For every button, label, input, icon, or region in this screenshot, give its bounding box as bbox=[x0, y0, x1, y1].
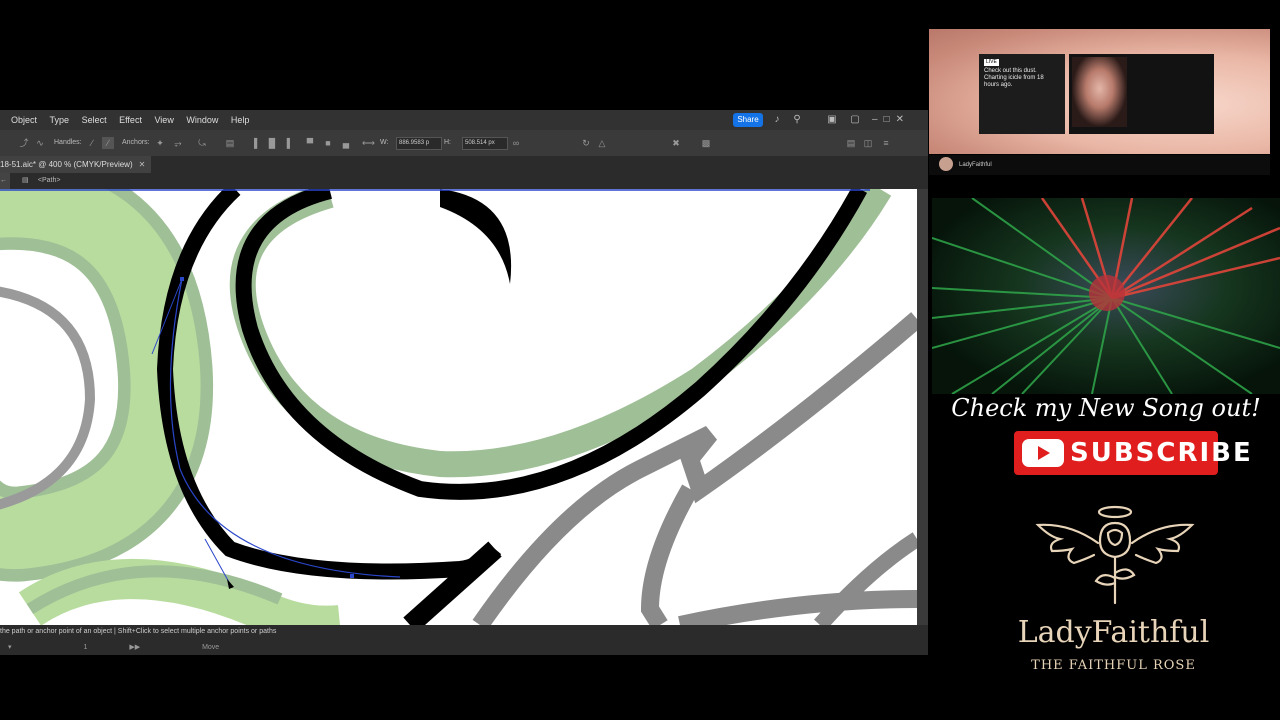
anchor-point-1 bbox=[180, 277, 184, 281]
bell-icon[interactable]: ♪ bbox=[771, 114, 783, 126]
align-middle-icon[interactable]: ■ bbox=[322, 137, 334, 149]
song-promo-text: Check my New Song out! bbox=[951, 394, 1261, 422]
smooth-anchor-icon[interactable]: ∿ bbox=[34, 137, 46, 149]
avatar bbox=[939, 157, 953, 172]
live-badge: LIVE bbox=[984, 59, 999, 66]
rose-wings-logo-icon bbox=[1035, 505, 1195, 605]
control-bar: ⤴ ∿ Handles: ∕ ∕ Anchors: ✦ ⥅ ⤿ ▤ ▐ █ ▌ … bbox=[0, 130, 928, 156]
webcam-frame: LIVE Check out this dust. Charting icicl… bbox=[929, 29, 1270, 154]
connect-anchor-icon[interactable]: ⥅ bbox=[172, 137, 184, 149]
webcam-name: LadyFaithful bbox=[959, 162, 992, 168]
artboard-number[interactable]: 1 bbox=[83, 644, 87, 651]
workspace-icon[interactable]: ▢ bbox=[849, 114, 861, 126]
subscribe-label: SUBSCRIBE bbox=[1070, 438, 1253, 468]
width-field[interactable]: 886.9583 p bbox=[396, 137, 442, 150]
brand-name: LadyFaithful bbox=[1017, 615, 1210, 650]
zoom-menu-icon[interactable]: ▾ bbox=[8, 644, 12, 651]
breadcrumb-path: <Path> bbox=[37, 177, 61, 184]
convert-anchor-icon[interactable]: ⤴ bbox=[18, 137, 30, 149]
streamer-face bbox=[1072, 57, 1127, 127]
search-icon[interactable]: ⚲ bbox=[791, 114, 803, 126]
height-label: H: bbox=[444, 139, 451, 146]
anchors-label: Anchors: bbox=[122, 139, 150, 146]
document-tab[interactable]: 18-51.aic* @ 400 % (CMYK/Preview) ✕ bbox=[0, 156, 152, 173]
brand-tagline: THE FAITHFUL ROSE bbox=[1031, 658, 1196, 673]
layer-icon: ▤ bbox=[21, 177, 29, 184]
black-swoop bbox=[156, 189, 502, 580]
document-tab-title: 18-51.aic* @ 400 % (CMYK/Preview) bbox=[0, 160, 133, 169]
reflect-icon[interactable]: △ bbox=[596, 137, 608, 149]
gray-path-right bbox=[814, 532, 917, 625]
more-options-icon[interactable]: ≡ bbox=[880, 137, 892, 149]
window-controls[interactable]: –□✕ bbox=[872, 110, 928, 130]
recolor-icon[interactable]: ▩ bbox=[700, 137, 712, 149]
align-left-icon[interactable]: ▐ bbox=[248, 137, 260, 149]
isolate-icon[interactable]: ▤ bbox=[224, 137, 236, 149]
artboard-nav-icon[interactable]: ▶▶ bbox=[129, 644, 140, 651]
status-mode[interactable]: Move bbox=[202, 644, 219, 651]
menu-window[interactable]: Window bbox=[181, 110, 223, 130]
gray-path-mid bbox=[640, 484, 698, 625]
breadcrumb: ← ▤ <Path> bbox=[0, 173, 928, 189]
webcam-info-card: LIVE Check out this dust. Charting icicl… bbox=[979, 54, 1065, 134]
menu-bar: Object Type Select Effect View Window He… bbox=[0, 110, 928, 130]
webcam-info-text: Check out this dust. Charting icicle fro… bbox=[984, 68, 1044, 88]
gray-path-lower bbox=[678, 590, 917, 625]
black-hook bbox=[440, 189, 512, 284]
menu-view[interactable]: View bbox=[149, 110, 178, 130]
align-center-icon[interactable]: █ bbox=[266, 137, 278, 149]
cut-path-icon[interactable]: ⤿ bbox=[196, 137, 208, 149]
transform-icon[interactable]: ⟷ bbox=[362, 137, 375, 149]
menu-select[interactable]: Select bbox=[77, 110, 112, 130]
menu-object[interactable]: Object bbox=[6, 110, 42, 130]
align-top-icon[interactable]: ▀ bbox=[304, 137, 316, 149]
remove-anchor-icon[interactable]: ✦ bbox=[154, 137, 166, 149]
menu-type[interactable]: Type bbox=[45, 110, 75, 130]
menu-list: Object Type Select Effect View Window He… bbox=[6, 110, 254, 130]
menu-help[interactable]: Help bbox=[226, 110, 255, 130]
width-label: W: bbox=[380, 139, 389, 146]
status-bar: the path or anchor point of an object | … bbox=[0, 625, 928, 655]
document-tab-bar: 18-51.aic* @ 400 % (CMYK/Preview) ✕ bbox=[0, 156, 928, 173]
subscribe-button[interactable]: SUBSCRIBE bbox=[1014, 431, 1251, 475]
constrain-proportions-icon[interactable]: ∞ bbox=[510, 137, 522, 149]
align-bottom-icon[interactable]: ▄ bbox=[340, 137, 352, 149]
share-button[interactable]: Share bbox=[733, 113, 763, 127]
align-right-icon[interactable]: ▌ bbox=[284, 137, 296, 149]
align-to-icon[interactable]: ◫ bbox=[862, 137, 874, 149]
artwork[interactable] bbox=[0, 189, 917, 625]
close-icon[interactable]: ✕ bbox=[139, 160, 146, 169]
hide-handles-icon[interactable]: ∕ bbox=[102, 137, 114, 149]
handles-label: Handles: bbox=[54, 139, 82, 146]
song-artwork-image bbox=[932, 198, 1280, 394]
status-controls: ▾ 1 ▶▶ Move bbox=[8, 643, 219, 651]
height-field[interactable]: 508.514 px bbox=[462, 137, 508, 150]
menu-effect[interactable]: Effect bbox=[114, 110, 147, 130]
artboard-canvas[interactable] bbox=[0, 189, 917, 625]
crop-icon[interactable]: ✖ bbox=[670, 137, 682, 149]
vertical-scrollbar[interactable] bbox=[917, 189, 928, 625]
song-artwork bbox=[932, 198, 1280, 394]
youtube-icon bbox=[1022, 439, 1064, 467]
distribute-icon[interactable]: ▤ bbox=[845, 137, 857, 149]
anchor-point-2 bbox=[350, 574, 354, 578]
webcam-video-card bbox=[1069, 54, 1214, 134]
webcam-label-bar: LadyFaithful bbox=[929, 155, 1270, 175]
show-handles-icon[interactable]: ∕ bbox=[86, 137, 98, 149]
status-hint: the path or anchor point of an object | … bbox=[0, 628, 277, 635]
arrange-documents-icon[interactable]: ▣ bbox=[826, 114, 838, 126]
rotate-icon[interactable]: ↻ bbox=[580, 137, 592, 149]
back-icon[interactable]: ← bbox=[0, 173, 10, 189]
illustrator-window: Object Type Select Effect View Window He… bbox=[0, 110, 928, 655]
